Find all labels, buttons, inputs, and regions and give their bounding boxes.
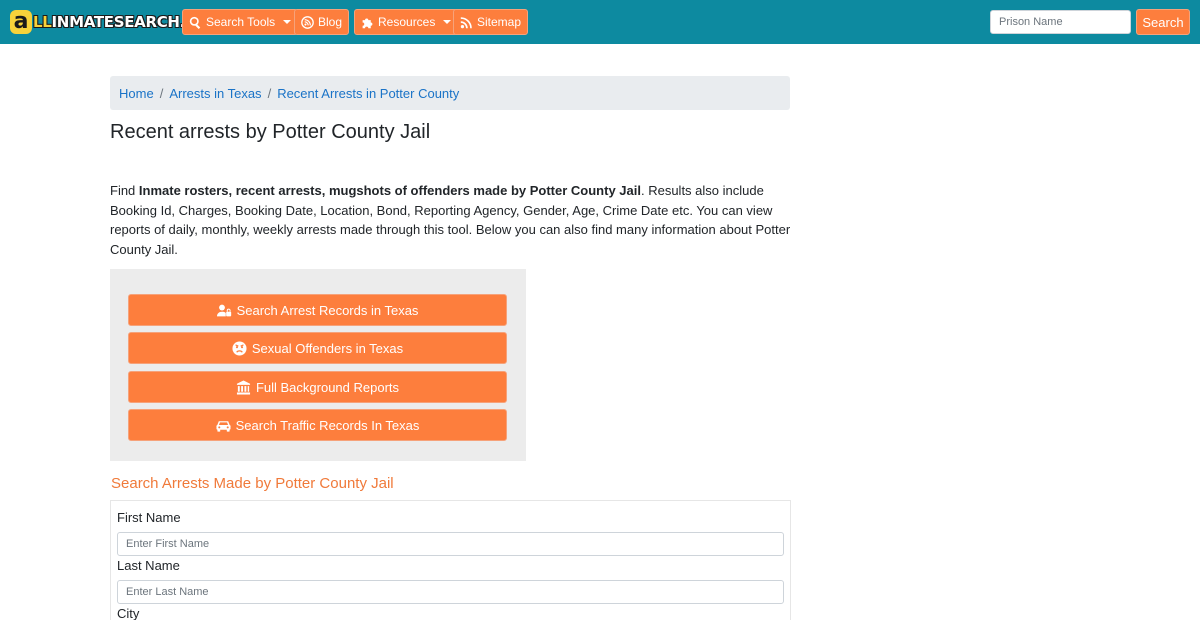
prison-name-input[interactable] bbox=[990, 10, 1131, 34]
first-name-input[interactable] bbox=[117, 532, 784, 556]
nav-resources-dropdown[interactable]: Resources bbox=[354, 9, 459, 35]
search-arrest-records-button[interactable]: Search Arrest Records in Texas bbox=[128, 294, 507, 326]
search-icon bbox=[189, 16, 201, 29]
user-lock-icon bbox=[216, 304, 231, 316]
chevron-down-icon bbox=[443, 20, 452, 24]
search-arrest-records-label: Search Arrest Records in Texas bbox=[236, 302, 419, 318]
nav-resources-label: Resources bbox=[378, 15, 436, 29]
chevron-down-icon bbox=[283, 20, 292, 24]
rss-icon bbox=[460, 16, 472, 28]
intro-paragraph: Find Inmate rosters, recent arrests, mug… bbox=[110, 183, 791, 257]
traffic-records-label: Search Traffic Records In Texas bbox=[235, 417, 420, 433]
nav-sitemap-label: Sitemap bbox=[477, 15, 522, 29]
last-name-input[interactable] bbox=[117, 580, 784, 604]
breadcrumb-home[interactable]: Home bbox=[119, 86, 154, 101]
angry-face-icon bbox=[232, 340, 247, 356]
prison-search-button[interactable]: Search bbox=[1136, 9, 1190, 35]
first-name-label: First Name bbox=[117, 510, 181, 525]
top-navbar: a LLINMATESEARCH.ORG Search Tools Blog R… bbox=[0, 0, 1200, 44]
breadcrumb-separator: / bbox=[159, 85, 164, 101]
nav-blog-label: Blog bbox=[318, 15, 343, 29]
car-icon bbox=[216, 420, 231, 432]
sexual-offenders-label: Sexual Offenders in Texas bbox=[251, 340, 404, 356]
quick-links-panel: Search Arrest Records in Texas Sexual Of… bbox=[110, 269, 526, 461]
nav-search-tools-dropdown[interactable]: Search Tools bbox=[182, 9, 299, 35]
breadcrumb: Home / Arrests in Texas / Recent Arrests… bbox=[110, 76, 790, 110]
breadcrumb-potter-county[interactable]: Recent Arrests in Potter County bbox=[277, 86, 459, 101]
sexual-offenders-button[interactable]: Sexual Offenders in Texas bbox=[128, 332, 507, 364]
logo-mark: a bbox=[10, 10, 32, 34]
blog-icon bbox=[301, 15, 314, 29]
landmark-icon bbox=[236, 379, 251, 395]
search-form-title: Search Arrests Made by Potter County Jai… bbox=[111, 475, 394, 492]
background-reports-label: Full Background Reports bbox=[255, 379, 400, 395]
background-reports-button[interactable]: Full Background Reports bbox=[128, 371, 507, 403]
breadcrumb-separator: / bbox=[267, 85, 272, 101]
nav-sitemap-link[interactable]: Sitemap bbox=[453, 9, 529, 35]
nav-blog-link[interactable]: Blog bbox=[294, 9, 350, 35]
breadcrumb-arrests-texas[interactable]: Arrests in Texas bbox=[169, 86, 261, 101]
traffic-records-button[interactable]: Search Traffic Records In Texas bbox=[128, 409, 507, 441]
last-name-label: Last Name bbox=[117, 558, 180, 573]
nav-search-tools-label: Search Tools bbox=[206, 15, 276, 29]
page-title: Recent arrests by Potter County Jail bbox=[110, 121, 431, 143]
search-form: First Name Last Name City bbox=[110, 500, 791, 620]
intro-highlight: Inmate rosters, recent arrests, mugshots… bbox=[138, 183, 641, 198]
city-label: City bbox=[117, 606, 140, 620]
puzzle-icon bbox=[362, 17, 373, 28]
